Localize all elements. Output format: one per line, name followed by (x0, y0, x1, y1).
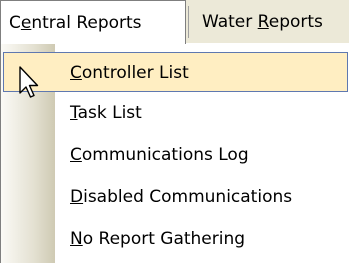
menu-item-controller-list[interactable]: Controller List (3, 52, 348, 92)
arrow-cursor-icon (19, 66, 39, 98)
menu-item-label: ask List (77, 103, 142, 123)
menu-separator (188, 6, 189, 38)
menu-item-communications-log[interactable]: Communications Log (3, 135, 348, 175)
menu-item-accelerator: C (70, 145, 82, 165)
menu-item-no-report-gathering[interactable]: No Report Gathering (3, 219, 348, 259)
menu-central-reports[interactable]: Central Reports (0, 0, 186, 44)
menu-water-reports-label-post: eports (268, 12, 323, 32)
menu-item-label: o Report Gathering (82, 229, 246, 249)
menu-item-accelerator: N (70, 229, 83, 249)
app-root: Central Reports Water Reports Controller… (0, 0, 349, 263)
menu-item-task-list[interactable]: Task List (3, 93, 348, 133)
menu-bar: Central Reports Water Reports (0, 0, 349, 44)
central-reports-dropdown: Controller List Task List Communications… (0, 43, 349, 263)
menu-item-accelerator: D (70, 187, 84, 207)
menu-central-reports-label-post: ntral Reports (31, 13, 142, 33)
menu-water-reports-label-pre: Water (202, 12, 258, 32)
menu-item-label: ontroller List (81, 63, 189, 83)
menu-water-reports[interactable]: Water Reports (194, 0, 349, 44)
menu-item-label: ommunications Log (81, 145, 249, 165)
menu-central-reports-label-pre: C (9, 13, 21, 33)
menu-central-reports-accelerator: e (20, 13, 32, 33)
menu-item-disabled-communications[interactable]: Disabled Communications (3, 177, 348, 217)
menu-item-label: isabled Communications (83, 187, 293, 207)
menu-item-accelerator: C (70, 63, 82, 83)
menu-water-reports-accelerator: R (257, 12, 269, 32)
menu-item-accelerator: T (70, 103, 78, 123)
